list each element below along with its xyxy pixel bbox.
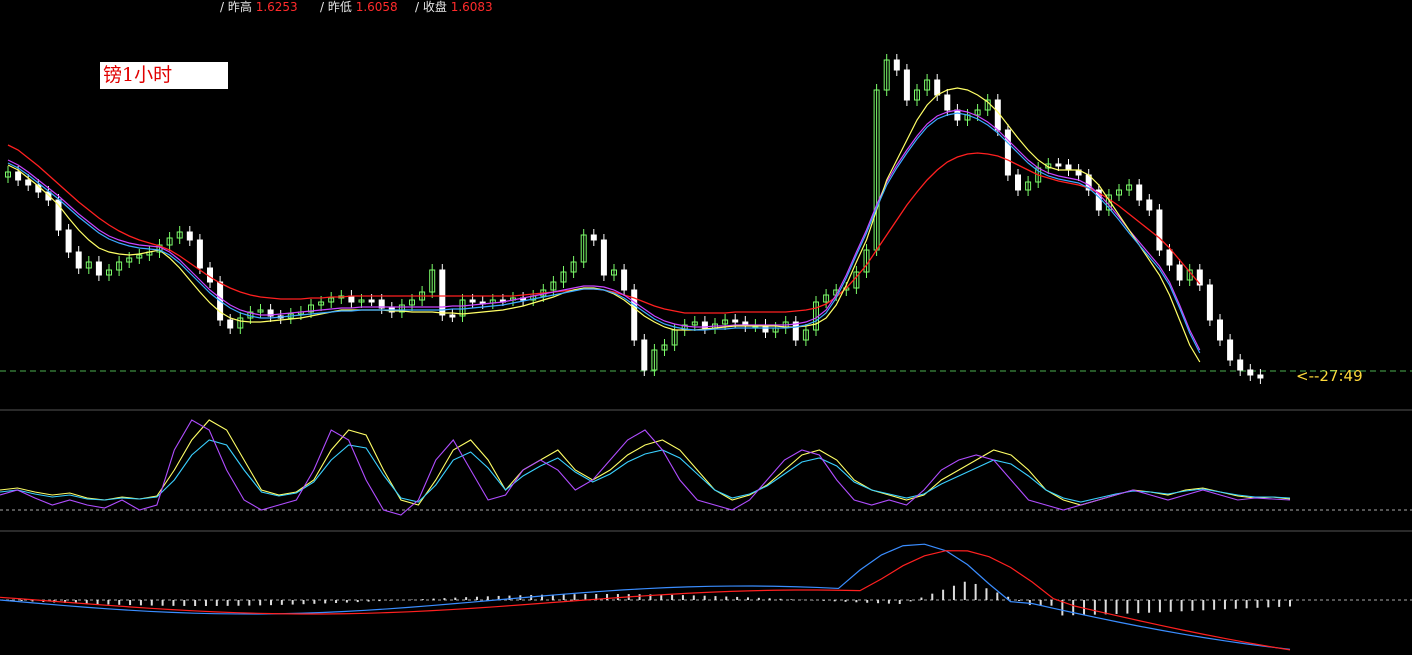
candle-body xyxy=(15,171,22,181)
candle-body xyxy=(621,269,628,291)
candle-body xyxy=(641,339,648,371)
candle-body xyxy=(439,269,446,316)
candle-body xyxy=(25,179,32,186)
candle-body xyxy=(944,94,951,111)
candle-body xyxy=(1217,319,1223,341)
candle-body xyxy=(1176,264,1183,281)
candle-body xyxy=(1257,374,1264,379)
candle-body xyxy=(903,69,910,101)
candle-body xyxy=(732,319,739,323)
candle-body xyxy=(893,59,900,71)
candle-body xyxy=(590,234,597,241)
candle-body xyxy=(186,231,193,241)
candle-body xyxy=(1156,209,1163,251)
candle-body xyxy=(600,239,607,276)
oscillator-line xyxy=(0,419,1291,516)
candle-body xyxy=(1015,174,1021,191)
candle-body xyxy=(196,239,203,269)
candle-body xyxy=(1004,129,1011,176)
ma-cyan-line xyxy=(7,112,1201,354)
candle-body xyxy=(1136,184,1143,201)
candle-body xyxy=(449,314,456,318)
candle-body xyxy=(1237,359,1244,371)
ma-middle-line xyxy=(7,109,1201,351)
oscillator-line xyxy=(0,419,1291,506)
candle-body xyxy=(1227,339,1234,361)
candle-body xyxy=(1146,199,1153,211)
candle-body xyxy=(95,261,102,276)
candle-body xyxy=(65,229,72,253)
ma-fast-line xyxy=(7,87,1201,363)
macd-line xyxy=(0,543,1291,650)
candle-body xyxy=(227,319,234,329)
candle-body xyxy=(954,109,961,121)
candle-body xyxy=(1065,164,1072,171)
trading-chart[interactable] xyxy=(0,0,1412,655)
candle-body xyxy=(1247,369,1254,376)
candle-body xyxy=(75,251,82,269)
candle-body xyxy=(1055,163,1062,167)
candle-body xyxy=(1166,249,1173,266)
candle-body xyxy=(934,79,941,96)
candle-body xyxy=(368,299,375,303)
candle-body xyxy=(1206,284,1213,321)
candle-body xyxy=(348,295,355,303)
ma-slow-line xyxy=(7,144,1201,314)
oscillator-line xyxy=(0,439,1291,503)
candle-body xyxy=(469,299,476,303)
